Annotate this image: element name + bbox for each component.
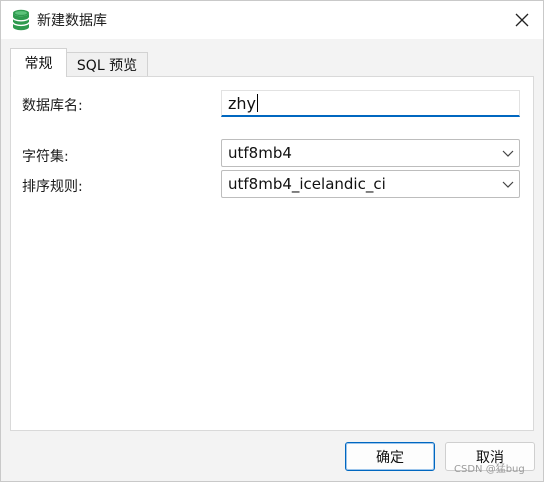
db-name-label: 数据库名: — [22, 98, 83, 114]
ok-button[interactable]: 确定 — [345, 442, 435, 471]
text-caret — [257, 94, 259, 112]
new-database-dialog: 新建数据库 常规 SQL 预览 数据库名: zhy 字符集: utf8mb4 排… — [0, 0, 544, 482]
tab-sql-preview[interactable]: SQL 预览 — [66, 52, 148, 76]
charset-value: utf8mb4 — [228, 144, 292, 162]
database-icon — [12, 9, 30, 31]
db-name-input[interactable]: zhy — [221, 90, 520, 117]
window-title: 新建数据库 — [37, 13, 107, 29]
collation-label: 排序规则: — [22, 179, 83, 195]
db-name-value: zhy — [228, 93, 257, 113]
charset-select[interactable]: utf8mb4 — [221, 139, 520, 167]
title-bar: 新建数据库 — [1, 1, 543, 39]
chevron-down-icon — [502, 150, 514, 157]
charset-label: 字符集: — [22, 149, 69, 165]
collation-select[interactable]: utf8mb4_icelandic_ci — [221, 170, 520, 198]
tab-general[interactable]: 常规 — [10, 48, 67, 77]
watermark: CSDN @猛bug — [454, 464, 525, 475]
close-button[interactable] — [505, 5, 539, 35]
general-panel — [10, 76, 534, 431]
collation-value: utf8mb4_icelandic_ci — [228, 175, 386, 193]
chevron-down-icon — [502, 181, 514, 188]
close-icon — [515, 13, 529, 27]
